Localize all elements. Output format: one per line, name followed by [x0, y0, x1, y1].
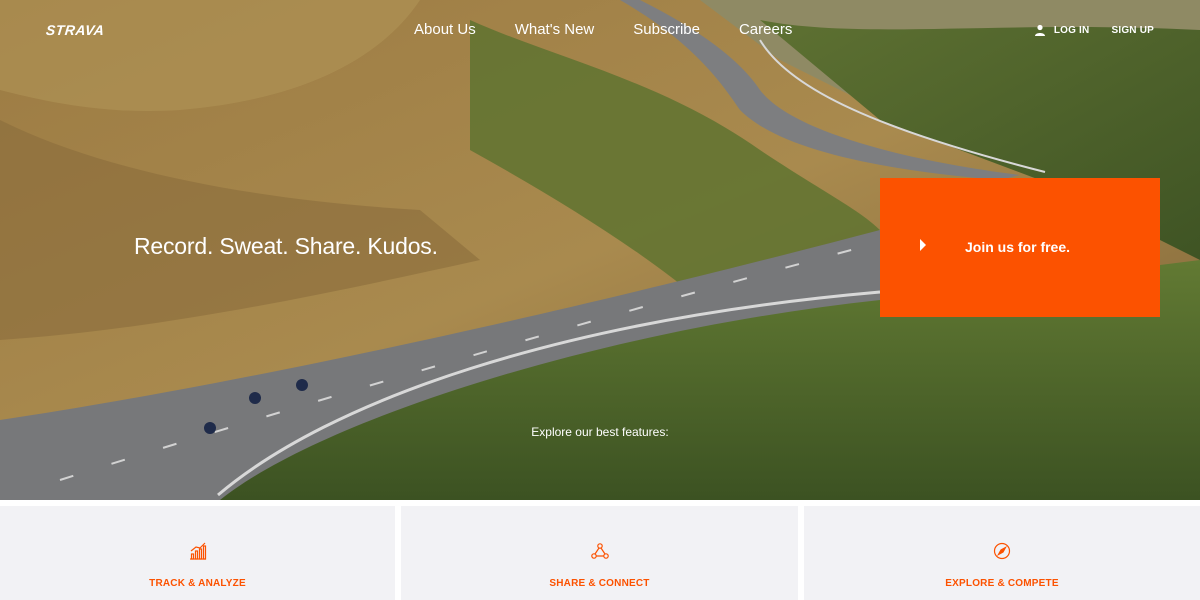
join-free-label: Join us for free.: [965, 239, 1071, 255]
user-icon: [1034, 24, 1045, 36]
nav-links: About Us What's New Subscribe Careers: [414, 21, 831, 38]
feature-explore-compete[interactable]: EXPLORE & COMPETE: [804, 506, 1200, 600]
account-links: LOG IN SIGN UP: [1034, 24, 1154, 36]
bar-chart-icon: [189, 542, 206, 560]
features-strip: TRACK & ANALYZE SHARE & CONNECT EXPLORE …: [0, 500, 1200, 600]
play-arrow-icon: [920, 239, 926, 251]
feature-label: SHARE & CONNECT: [549, 578, 650, 589]
hero: STRAVA About Us What's New Subscribe Car…: [0, 0, 1200, 500]
login-link[interactable]: LOG IN: [1054, 25, 1090, 36]
join-free-button[interactable]: Join us for free.: [880, 178, 1160, 317]
nav-link-careers[interactable]: Careers: [739, 21, 792, 38]
top-nav: STRAVA About Us What's New Subscribe Car…: [0, 0, 1200, 60]
signup-link[interactable]: SIGN UP: [1111, 25, 1154, 36]
feature-track-analyze[interactable]: TRACK & ANALYZE: [0, 506, 395, 600]
feature-share-connect[interactable]: SHARE & CONNECT: [401, 506, 798, 600]
network-icon: [590, 543, 609, 559]
feature-label: TRACK & ANALYZE: [149, 578, 246, 589]
compass-icon: [993, 542, 1011, 560]
strava-logo[interactable]: STRAVA: [45, 22, 105, 38]
feature-label: EXPLORE & COMPETE: [945, 578, 1059, 589]
nav-link-whats-new[interactable]: What's New: [515, 21, 595, 38]
hero-tagline: Record. Sweat. Share. Kudos.: [134, 233, 438, 259]
nav-link-subscribe[interactable]: Subscribe: [633, 21, 700, 38]
explore-features-text: Explore our best features:: [531, 425, 669, 439]
nav-link-about-us[interactable]: About Us: [414, 21, 476, 38]
